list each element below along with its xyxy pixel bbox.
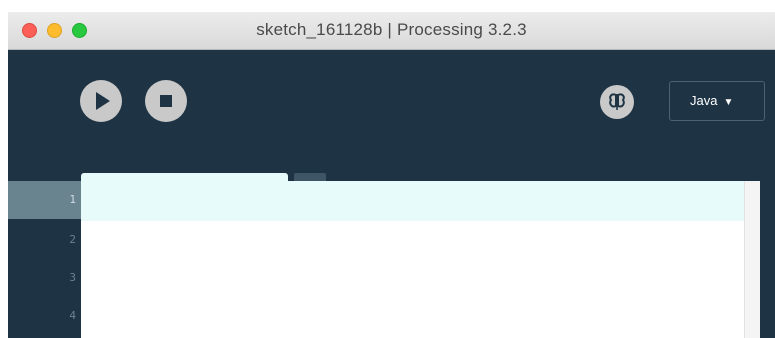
run-button[interactable] bbox=[80, 80, 122, 122]
toolbar: Java▼ sketch_161128b ▼ bbox=[8, 50, 775, 219]
mode-label: Java bbox=[690, 93, 718, 108]
line-number: 3 bbox=[69, 271, 76, 284]
processing-window: sketch_161128b | Processing 3.2.3 Java ▼ … bbox=[8, 12, 775, 338]
stop-button[interactable] bbox=[145, 80, 187, 122]
window-title: sketch_161128b | Processing 3.2.3 bbox=[256, 20, 527, 39]
line-number-gutter: 1 2 3 4 bbox=[8, 181, 81, 338]
chevron-down-icon: ▼ bbox=[723, 97, 734, 108]
play-icon bbox=[96, 92, 110, 110]
code-text-area[interactable] bbox=[81, 181, 744, 338]
active-line-highlight bbox=[81, 181, 744, 221]
vertical-scrollbar[interactable] bbox=[744, 181, 760, 338]
editor-right-border bbox=[760, 181, 775, 338]
debug-button[interactable] bbox=[600, 85, 634, 119]
debugger-butterfly-icon bbox=[609, 93, 625, 110]
code-editor: 1 2 3 4 bbox=[8, 181, 775, 338]
line-number: 2 bbox=[69, 233, 76, 246]
stop-icon bbox=[160, 95, 172, 107]
mode-selector[interactable]: Java ▼ bbox=[669, 81, 765, 121]
line-number: 4 bbox=[69, 309, 76, 322]
title-bar: sketch_161128b | Processing 3.2.3 bbox=[8, 12, 775, 50]
line-number: 1 bbox=[8, 181, 81, 219]
